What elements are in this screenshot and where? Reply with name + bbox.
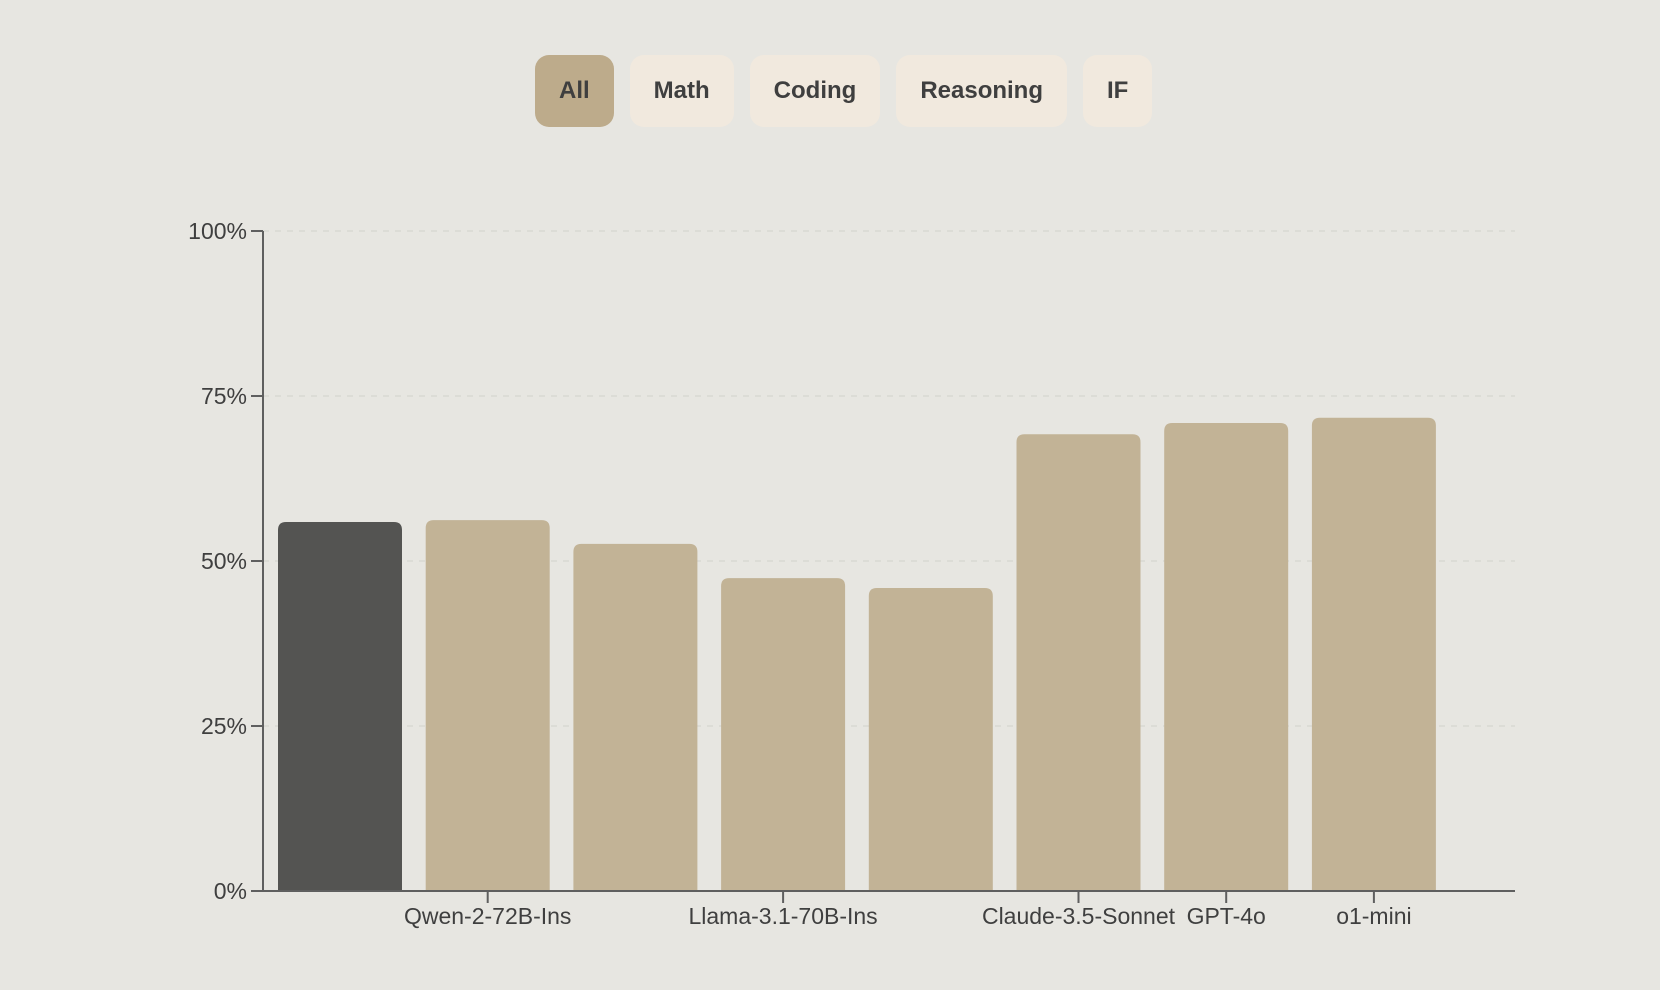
bar xyxy=(1164,423,1289,891)
bar xyxy=(573,543,698,891)
bars xyxy=(278,417,1436,891)
x-tick-label: o1-mini xyxy=(1336,903,1411,929)
bar xyxy=(425,520,550,891)
bar xyxy=(1311,417,1436,891)
x-tick-label: Claude-3.5-Sonnet xyxy=(982,903,1176,929)
bar xyxy=(721,578,846,891)
y-tick-label: 25% xyxy=(201,713,247,739)
y-tick-label: 75% xyxy=(201,383,247,409)
bar xyxy=(868,588,993,891)
bar-chart: 0% 25% 50% 75% 100% Qwen-2-72B-Ins Llama-3.1-7… xyxy=(188,218,1515,929)
y-tick-label: 100% xyxy=(188,218,247,244)
y-tick-label: 50% xyxy=(201,548,247,574)
x-tick-label: Qwen-2-72B-Ins xyxy=(404,903,571,929)
bar xyxy=(278,522,402,891)
x-tick-label: Llama-3.1-70B-Ins xyxy=(688,903,877,929)
x-tick-label: GPT-4o xyxy=(1187,903,1266,929)
y-tick-label: 0% xyxy=(214,878,247,904)
bar xyxy=(1016,434,1141,891)
